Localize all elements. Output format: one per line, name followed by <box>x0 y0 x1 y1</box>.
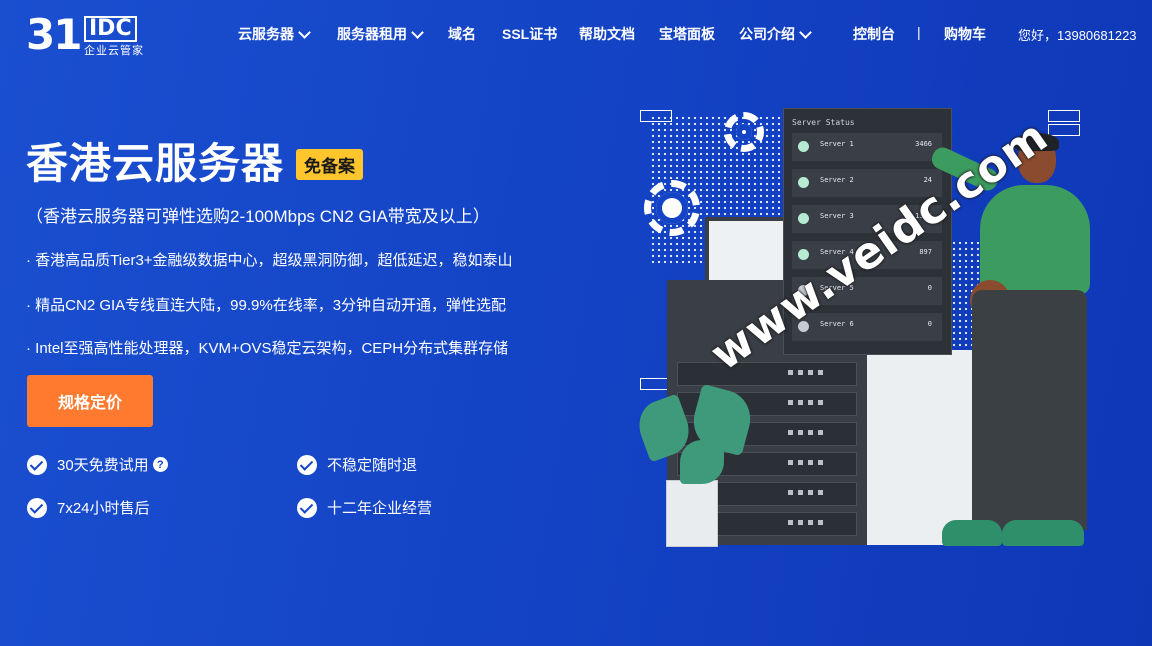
feature-line: · 香港高品质Tier3+金融级数据中心，超级黑洞防御，超低延迟，稳如泰山 <box>26 252 513 269</box>
server-rack-light <box>867 350 977 545</box>
deco-box <box>1048 124 1080 136</box>
nav-label: 云服务器 <box>238 26 294 42</box>
server-name: Server 1 <box>820 140 854 148</box>
feature-line: · Intel至强高性能处理器，KVM+OVS稳定云架构，CEPH分布式集群存储 <box>26 340 509 357</box>
nav-label: 控制台 <box>853 26 895 42</box>
server-status-title: Server Status <box>792 118 855 127</box>
nav-bt-panel[interactable]: 宝塔面板 <box>659 24 715 44</box>
person-shoe <box>942 520 1002 546</box>
nav-label: 帮助文档 <box>579 26 635 42</box>
check-circle-icon <box>798 249 809 260</box>
server-name: Server 3 <box>820 212 854 220</box>
check-circle-icon <box>798 141 809 152</box>
server-value: 3466 <box>915 140 932 148</box>
plant-pot <box>666 480 718 547</box>
logo-idc: IDC <box>84 16 137 42</box>
check-circle-icon <box>798 177 809 188</box>
person-pants <box>972 290 1087 530</box>
check-label: 7x24小时售后 <box>57 500 150 517</box>
hero-subtitle: （香港云服务器可弹性选购2-100Mbps CN2 GIA带宽及以上） <box>26 207 490 226</box>
nav-help-docs[interactable]: 帮助文档 <box>579 24 635 44</box>
nav-cloud-server[interactable]: 云服务器 <box>238 24 311 44</box>
server-value: 897 <box>919 248 932 256</box>
nav-ssl[interactable]: SSL证书 <box>502 24 557 44</box>
logo-subtitle: 企业云管家 <box>84 45 144 57</box>
nav-separator: | <box>917 24 921 40</box>
nav-label: 宝塔面板 <box>659 26 715 42</box>
server-value: 0 <box>927 320 932 328</box>
check-circle-icon <box>798 213 809 224</box>
user-greeting[interactable]: 您好，13980681223 <box>1018 25 1137 44</box>
check-circle-icon <box>297 497 317 518</box>
check-item-free-trial: 30天免费试用 ? <box>27 454 168 475</box>
nav-label: 域名 <box>448 26 476 42</box>
nav-label: 服务器租用 <box>337 26 407 42</box>
nav-company[interactable]: 公司介绍 <box>739 24 812 44</box>
logo-number: 31 <box>26 10 82 59</box>
nav-label: 公司介绍 <box>739 26 795 42</box>
feature-line: · 精品CN2 GIA专线直连大陆，99.9%在线率，3分钟自动开通，弹性选配 <box>26 297 507 314</box>
nav-label: SSL证书 <box>502 26 558 42</box>
chevron-down-icon <box>298 25 311 39</box>
nav-console[interactable]: 控制台 <box>853 24 895 44</box>
check-item-support: 7x24小时售后 <box>27 497 150 518</box>
check-circle-icon <box>27 497 47 518</box>
check-label: 不稳定随时退 <box>327 457 418 474</box>
nav-domain[interactable]: 域名 <box>448 24 476 44</box>
check-item-experience: 十二年企业经营 <box>297 497 432 518</box>
nav-server-rental[interactable]: 服务器租用 <box>337 24 424 44</box>
check-circle-icon <box>27 454 47 475</box>
gear-icon <box>724 112 764 152</box>
nav-cart[interactable]: 购物车 <box>944 24 986 44</box>
server-name: Server 2 <box>820 176 854 184</box>
check-circle-icon <box>297 454 317 475</box>
deco-box <box>1048 110 1080 122</box>
logo[interactable]: 31 IDC 企业云管家 <box>26 10 150 59</box>
check-item-refund: 不稳定随时退 <box>297 454 417 475</box>
gear-icon <box>644 180 700 236</box>
person-shirt <box>980 185 1090 295</box>
server-row: Server 1 3466 <box>792 133 942 161</box>
server-name: Server 6 <box>820 320 854 328</box>
deco-box <box>640 378 670 390</box>
check-label: 30天免费试用 <box>57 457 149 474</box>
check-label: 十二年企业经营 <box>327 500 433 517</box>
person-shoe <box>1002 520 1084 546</box>
no-filing-badge: 免备案 <box>296 149 363 180</box>
page-title: 香港云服务器 <box>26 140 285 187</box>
deco-box <box>640 110 672 122</box>
chevron-down-icon <box>799 25 812 39</box>
nav-label: 购物车 <box>944 26 986 42</box>
pricing-button[interactable]: 规格定价 <box>27 375 153 427</box>
chevron-down-icon <box>411 25 424 39</box>
plant-leaf <box>680 440 724 484</box>
help-icon[interactable]: ? <box>152 457 168 472</box>
server-value: 0 <box>927 284 932 292</box>
